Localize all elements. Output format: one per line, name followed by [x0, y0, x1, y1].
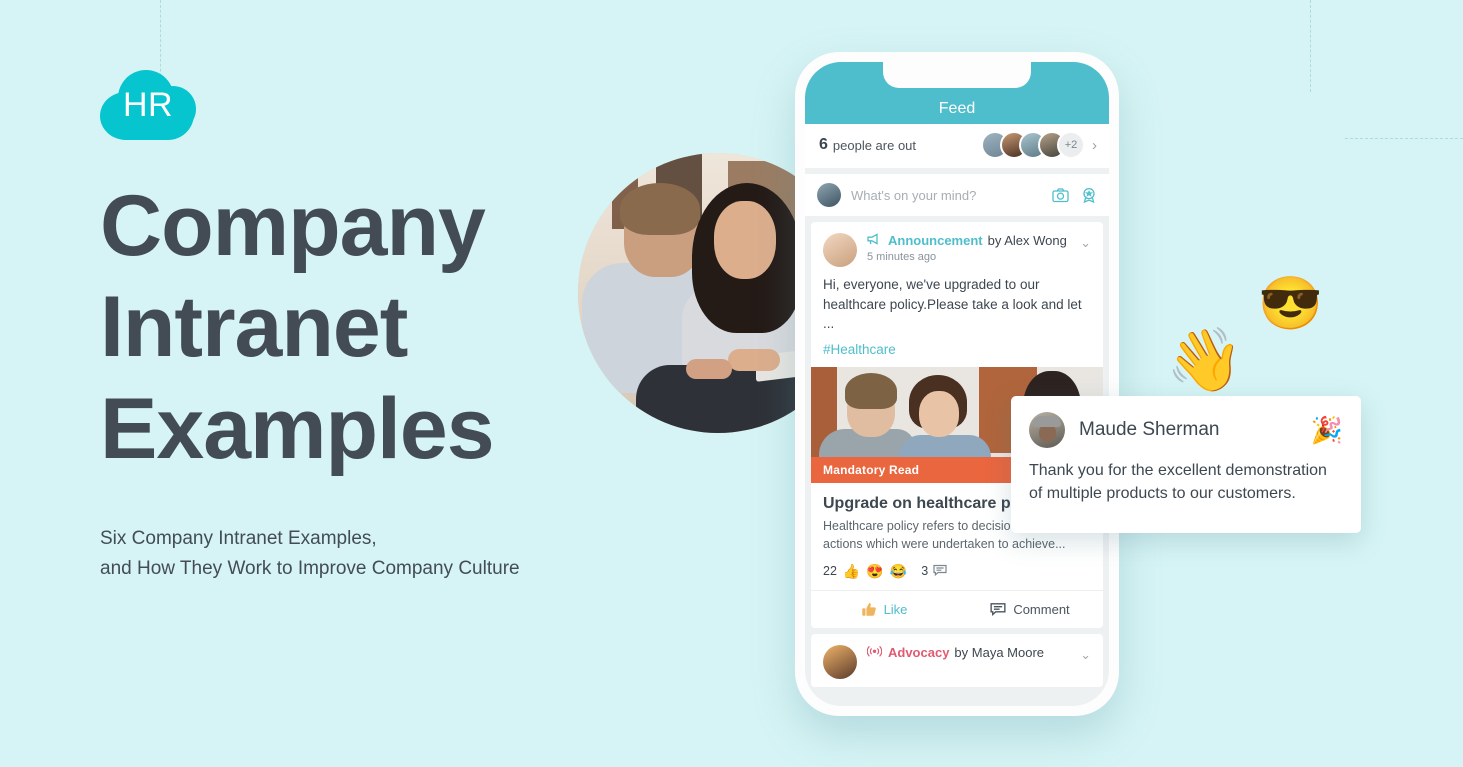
page-subtitle: Six Company Intranet Examples, and How T… — [100, 528, 520, 579]
post-header: Announcement by Alex Wong 5 minutes ago … — [811, 222, 1103, 275]
post-timestamp: 5 minutes ago — [867, 251, 937, 263]
avatar[interactable] — [823, 644, 857, 679]
people-out-count: 6 — [819, 136, 828, 153]
post-action-bar: Like Comment — [811, 589, 1103, 628]
notification-header: Maude Sherman 🎉 — [1029, 412, 1343, 448]
comment-count: 3 — [921, 564, 929, 579]
sunglasses-emoji-icon: 😎 — [1258, 275, 1323, 333]
people-out-avatars[interactable]: +2 › — [981, 131, 1097, 159]
logo-text: HR — [122, 86, 174, 124]
award-icon[interactable] — [1081, 187, 1097, 203]
photo-hand-a — [728, 349, 780, 371]
announcement-icon — [867, 233, 882, 248]
camera-icon[interactable] — [1052, 187, 1069, 203]
post-image-person-a-hair — [845, 372, 897, 409]
party-popper-icon: 🎉 — [1310, 415, 1343, 445]
notification-sender-name: Maude Sherman — [1079, 419, 1220, 440]
compose-placeholder[interactable]: What's on your mind? — [851, 188, 1040, 203]
comment-button[interactable]: Comment — [957, 591, 1103, 628]
thumbs-up-icon[interactable]: 👍 — [843, 563, 860, 580]
chevron-down-icon[interactable]: ⌄ — [1080, 647, 1091, 663]
post-image-person-b-face — [919, 390, 959, 437]
avatar[interactable] — [823, 233, 857, 267]
broadcast-icon — [866, 645, 883, 661]
photo-person-b-face — [714, 201, 776, 279]
avatar-overflow-badge[interactable]: +2 — [1057, 131, 1085, 159]
post-type-label: Advocacy — [888, 645, 950, 661]
photo-hand-b — [686, 359, 732, 379]
app-header: Feed — [805, 62, 1109, 124]
post-meta: Advocacy by Maya Moore — [866, 645, 1080, 679]
waving-hand-emoji-icon: 👋 — [1166, 326, 1244, 395]
phone-mockup: Feed 6 people are out +2 › What's on you… — [795, 52, 1119, 716]
phone-screen: Feed 6 people are out +2 › What's on you… — [805, 62, 1109, 706]
comment-icon[interactable] — [933, 564, 947, 579]
app-title: Feed — [938, 100, 976, 117]
post-byline: Announcement by Alex Wong — [867, 233, 1080, 248]
background-guide-line-horizontal — [1345, 138, 1463, 139]
notification-message: Thank you for the excellent demonstratio… — [1029, 462, 1327, 502]
post-hashtag[interactable]: #Healthcare — [811, 342, 1103, 367]
chevron-down-icon[interactable]: ⌄ — [1080, 235, 1091, 251]
like-button[interactable]: Like — [811, 591, 957, 628]
background-guide-line-right — [1310, 0, 1311, 92]
chevron-right-icon[interactable]: › — [1092, 137, 1097, 154]
comment-label: Comment — [1013, 601, 1070, 617]
like-label: Like — [883, 601, 908, 617]
avatar — [817, 183, 841, 207]
feed-post-advocacy[interactable]: Advocacy by Maya Moore ⌄ — [811, 633, 1103, 687]
post-reactions[interactable]: 22 👍 😍 😂 3 — [811, 563, 1103, 590]
post-byline: Advocacy by Maya Moore — [866, 645, 1080, 661]
post-body-text: Hi, everyone, we've upgraded to our heal… — [823, 277, 1082, 332]
people-out-row[interactable]: 6 people are out +2 › — [805, 124, 1109, 168]
photo-person-a-hair — [620, 183, 700, 235]
hr-cloud-logo: HR — [100, 70, 196, 140]
reaction-count: 22 — [823, 564, 837, 579]
post-author: by Alex Wong — [987, 233, 1067, 248]
post-type-label: Announcement — [888, 233, 983, 248]
phone-notch — [883, 62, 1031, 88]
avatar-hat — [1033, 416, 1061, 427]
compose-box[interactable]: What's on your mind? — [805, 174, 1109, 216]
page-title: Company Intranet Examples — [100, 178, 495, 477]
post-author: by Maya Moore — [954, 645, 1045, 661]
notification-card[interactable]: Maude Sherman 🎉 Thank you for the excell… — [1011, 396, 1361, 533]
comment-icon — [990, 602, 1006, 617]
avatar — [1029, 412, 1065, 448]
people-out-label: people are out — [832, 137, 917, 153]
heart-eyes-icon[interactable]: 😍 — [866, 563, 883, 580]
hero-section: HR Company Intranet Examples Six Company… — [100, 70, 620, 583]
post-meta: Announcement by Alex Wong 5 minutes ago — [867, 233, 1080, 267]
thumbs-up-icon — [861, 602, 877, 617]
post-header: Advocacy by Maya Moore ⌄ — [811, 634, 1103, 687]
laughing-icon[interactable]: 😂 — [890, 563, 907, 580]
